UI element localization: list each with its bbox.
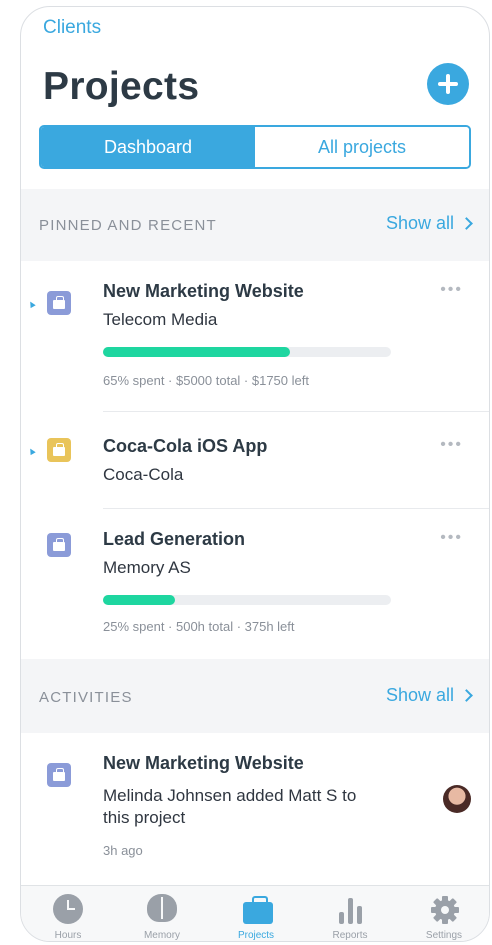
- progress-fill: [103, 595, 175, 605]
- chevron-right-icon: [460, 217, 473, 230]
- back-to-clients-link[interactable]: Clients: [43, 17, 101, 39]
- budget-progress-bar: [103, 347, 391, 357]
- budget-summary: 25% spent · 500h total · 375h left: [103, 619, 295, 634]
- bar-chart-icon: [335, 894, 365, 924]
- activities-section-header: ACTIVITIES Show all: [21, 661, 489, 733]
- project-client: Coca-Cola: [103, 465, 184, 484]
- project-title: New Marketing Website: [103, 281, 304, 301]
- project-item-lead-generation[interactable]: Lead Generation Memory AS ••• 25% spent …: [21, 509, 489, 659]
- chevron-right-icon: [460, 689, 473, 702]
- activity-description: Melinda Johnsen added Matt S to this pro…: [103, 786, 357, 827]
- more-options-icon[interactable]: •••: [440, 436, 463, 454]
- bottom-tab-bar: Hours Memory Projects Reports Settings: [21, 885, 489, 941]
- tab-label: Reports: [332, 930, 368, 941]
- budget-summary: 65% spent · $5000 total · $1750 left: [103, 373, 309, 388]
- tab-label: Projects: [237, 930, 275, 941]
- add-project-button[interactable]: [427, 63, 469, 105]
- tab-dashboard[interactable]: Dashboard: [41, 127, 255, 167]
- view-segmented-control: Dashboard All projects: [39, 125, 471, 169]
- project-title: Lead Generation: [103, 529, 246, 549]
- show-all-label: Show all: [385, 213, 454, 233]
- projects-screen: Clients Projects Dashboard All projects …: [21, 7, 489, 941]
- activity-time: 3h ago: [103, 843, 143, 858]
- avatar: [443, 785, 471, 813]
- project-client: Memory AS: [103, 558, 191, 577]
- tab-projects[interactable]: Projects: [209, 886, 303, 941]
- progress-fill: [103, 347, 291, 357]
- pin-icon: ▲: [24, 444, 39, 459]
- tab-label: Hours: [54, 930, 82, 941]
- briefcase-icon: [241, 894, 273, 924]
- briefcase-icon: [47, 533, 71, 557]
- briefcase-icon: [47, 291, 71, 315]
- brain-icon: [147, 894, 177, 924]
- show-all-label: Show all: [385, 685, 454, 705]
- budget-progress-bar: [103, 595, 391, 605]
- tab-all-projects[interactable]: All projects: [255, 127, 469, 167]
- show-all-pinned-link[interactable]: Show all: [385, 213, 473, 234]
- section-title: ACTIVITIES: [39, 689, 133, 706]
- tab-label: Memory: [143, 930, 181, 941]
- more-options-icon[interactable]: •••: [440, 529, 463, 547]
- pin-icon: ▲: [24, 297, 39, 312]
- page-title: Projects: [43, 65, 200, 108]
- tab-settings[interactable]: Settings: [397, 886, 489, 941]
- gear-icon: [429, 894, 459, 924]
- project-item-coca-cola-ios-app[interactable]: ▲ Coca-Cola iOS App Coca-Cola •••: [21, 412, 489, 508]
- pinned-section-header: PINNED AND RECENT Show all: [21, 189, 489, 261]
- section-title: PINNED AND RECENT: [39, 217, 217, 234]
- project-title: Coca-Cola iOS App: [103, 436, 268, 456]
- more-options-icon[interactable]: •••: [440, 281, 463, 299]
- briefcase-icon: [47, 763, 71, 787]
- tab-label: Settings: [425, 930, 463, 941]
- briefcase-icon: [47, 438, 71, 462]
- activity-project-title: New Marketing Website: [103, 753, 304, 773]
- activity-item[interactable]: New Marketing Website Melinda Johnsen ad…: [21, 733, 489, 883]
- project-client: Telecom Media: [103, 310, 218, 329]
- tab-reports[interactable]: Reports: [303, 886, 397, 941]
- phone-frame: Clients Projects Dashboard All projects …: [20, 6, 490, 942]
- tab-hours[interactable]: Hours: [21, 886, 115, 941]
- project-item-new-marketing-website[interactable]: ▲ New Marketing Website Telecom Media ••…: [21, 261, 489, 411]
- tab-memory[interactable]: Memory: [115, 886, 209, 941]
- show-all-activities-link[interactable]: Show all: [385, 685, 473, 706]
- clock-icon: [53, 894, 83, 924]
